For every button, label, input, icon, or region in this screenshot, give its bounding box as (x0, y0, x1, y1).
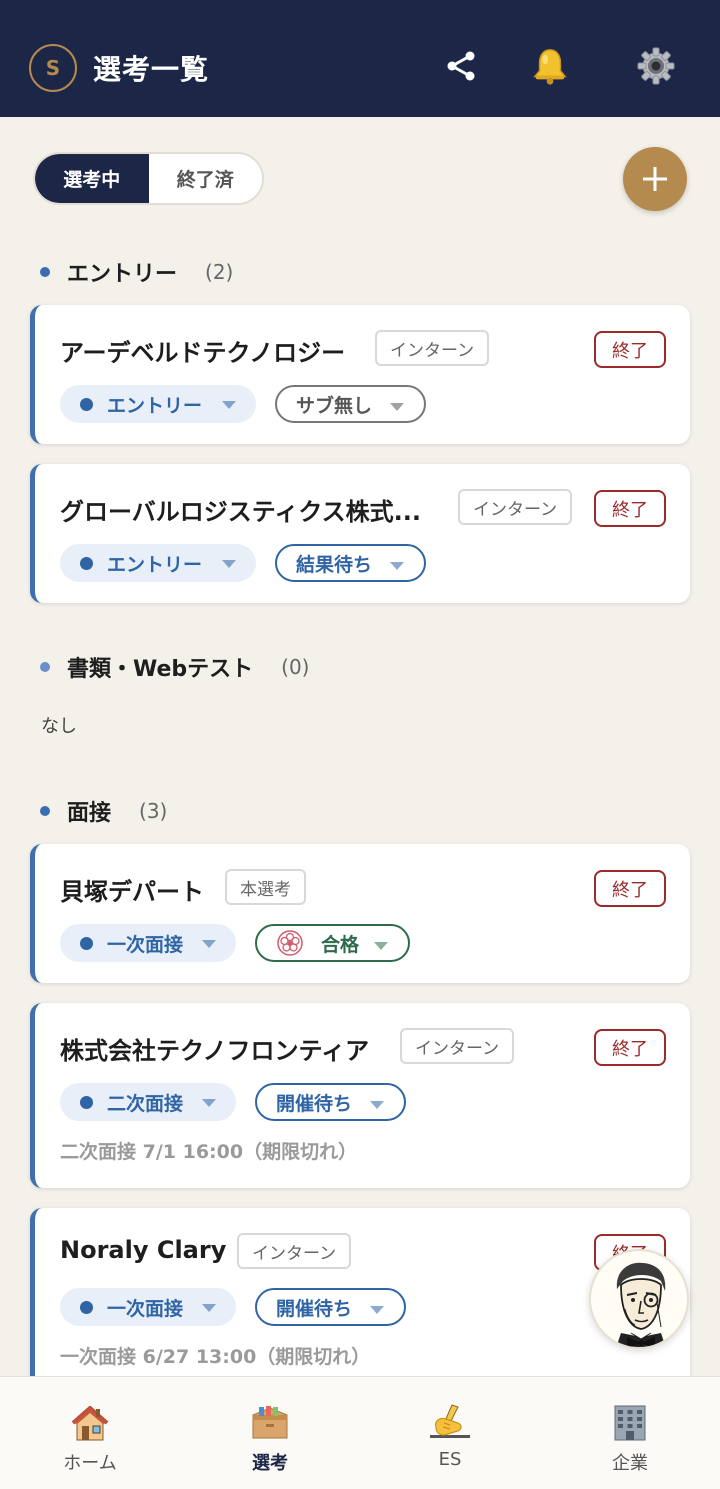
company-name: アーデベルドテクノロジー (60, 339, 346, 367)
selection-type-tag: インターン (400, 1028, 515, 1064)
chevron-down-icon (370, 1101, 384, 1109)
selection-type-tag: インターン (375, 330, 490, 366)
chevron-down-icon (222, 560, 236, 568)
building-icon (608, 1401, 652, 1445)
schedule-note: 一次面接 6/27 13:00（期限切れ） (60, 1346, 371, 1368)
tab-finished[interactable]: 終了済 (149, 154, 263, 203)
writing-hand-icon (428, 1401, 472, 1445)
company-name: 株式会社テクノフロンティア (60, 1037, 370, 1065)
chevron-down-icon (202, 940, 216, 948)
end-button[interactable]: 終了 (594, 870, 666, 907)
nav-label: 企業 (612, 1453, 648, 1474)
section-dot (40, 267, 50, 277)
selection-card[interactable]: 貝塚デパート 本選考 終了 一次面接 合格 (30, 844, 690, 983)
section-dot (40, 662, 50, 672)
bell-icon[interactable] (530, 46, 570, 86)
status-dropdown[interactable]: 開催待ち (255, 1288, 406, 1326)
section-count: (2) (205, 260, 234, 284)
nav-es[interactable]: ES (360, 1377, 540, 1489)
chevron-down-icon (222, 401, 236, 409)
share-icon[interactable] (441, 46, 481, 86)
selection-card[interactable]: アーデベルドテクノロジー インターン 終了 エントリー サブ無し (30, 305, 690, 444)
stage-label: エントリー (107, 394, 203, 417)
nav-companies[interactable]: 企業 (540, 1377, 720, 1489)
status-segment: 選考中 終了済 (33, 152, 264, 205)
section-dot (40, 806, 50, 816)
schedule-note: 二次面接 7/1 16:00（期限切れ） (60, 1141, 358, 1163)
section-title: エントリー (67, 262, 178, 287)
stage-label: 一次面接 (107, 933, 184, 956)
chevron-down-icon (390, 562, 404, 570)
assistant-character-button[interactable] (589, 1249, 689, 1349)
avatar-initial: S (45, 56, 61, 80)
status-label: サブ無し (296, 394, 373, 417)
status-dropdown[interactable]: 合格 (255, 924, 410, 962)
chevron-down-icon (374, 942, 388, 950)
page-title: 選考一覧 (93, 53, 210, 86)
section-title: 書類・Webテスト (67, 657, 254, 682)
plus-icon (643, 167, 667, 191)
status-dropdown[interactable]: 開催待ち (255, 1083, 406, 1121)
chevron-down-icon (202, 1099, 216, 1107)
status-label: 結果待ち (296, 553, 373, 576)
chevron-down-icon (370, 1306, 384, 1314)
bottom-nav: ホーム 選考 ES 企業 (0, 1376, 720, 1489)
status-dropdown[interactable]: サブ無し (275, 385, 426, 423)
status-label: 合格 (321, 933, 360, 956)
stage-dropdown[interactable]: 一次面接 (60, 1288, 236, 1326)
stage-label: 二次面接 (107, 1092, 184, 1115)
selection-card[interactable]: グローバルロジスティクス株式... インターン 終了 エントリー 結果待ち (30, 464, 690, 603)
end-button[interactable]: 終了 (594, 331, 666, 368)
company-name: グローバルロジスティクス株式... (60, 498, 421, 526)
section-interview-heading: 面接 (3) (40, 795, 167, 827)
company-name: 貝塚デパート (60, 878, 204, 906)
chevron-down-icon (202, 1304, 216, 1312)
section-count: (3) (139, 799, 168, 823)
end-button[interactable]: 終了 (594, 490, 666, 527)
selection-type-tag: インターン (458, 489, 573, 525)
section-count: (0) (281, 655, 310, 679)
status-label: 開催待ち (276, 1092, 353, 1115)
stage-dropdown[interactable]: エントリー (60, 385, 256, 423)
selection-card[interactable]: 株式会社テクノフロンティア インターン 終了 二次面接 開催待ち 二次面接 7/… (30, 1003, 690, 1188)
nav-label: 選考 (252, 1453, 288, 1474)
stage-dot (80, 1095, 93, 1109)
nav-home[interactable]: ホーム (0, 1377, 180, 1489)
box-icon (248, 1401, 292, 1445)
gentleman-monocle-icon (616, 1262, 666, 1347)
stage-dropdown[interactable]: エントリー (60, 544, 256, 582)
nav-selection[interactable]: 選考 (180, 1377, 360, 1489)
house-icon (68, 1401, 112, 1445)
nav-label: ES (438, 1449, 462, 1470)
status-dropdown[interactable]: 結果待ち (275, 544, 426, 582)
app-header: S 選考一覧 (0, 0, 720, 117)
stage-dot (80, 936, 93, 950)
selection-type-tag: 本選考 (225, 869, 306, 905)
user-avatar[interactable]: S (29, 44, 77, 92)
nav-label: ホーム (63, 1453, 117, 1474)
tab-in-progress[interactable]: 選考中 (35, 154, 149, 203)
stage-dropdown[interactable]: 二次面接 (60, 1083, 236, 1121)
status-label: 開催待ち (276, 1297, 353, 1320)
stage-dropdown[interactable]: 一次面接 (60, 924, 236, 962)
stage-label: 一次面接 (107, 1297, 184, 1320)
company-name: Noraly Clary (60, 1236, 227, 1264)
end-button[interactable]: 終了 (594, 1029, 666, 1066)
stage-label: エントリー (107, 553, 203, 576)
chevron-down-icon (390, 403, 404, 411)
section-title: 面接 (67, 801, 112, 826)
cherry-blossom-stamp-icon (277, 930, 303, 956)
stage-dot (80, 397, 93, 411)
empty-message: なし (41, 716, 77, 737)
section-entry-heading: エントリー (2) (40, 256, 233, 288)
section-docs-heading: 書類・Webテスト (0) (40, 651, 310, 683)
stage-dot (80, 1300, 93, 1314)
stage-dot (80, 556, 93, 570)
selection-type-tag: インターン (237, 1233, 352, 1269)
gear-icon[interactable] (636, 46, 676, 86)
add-button[interactable] (623, 147, 687, 211)
